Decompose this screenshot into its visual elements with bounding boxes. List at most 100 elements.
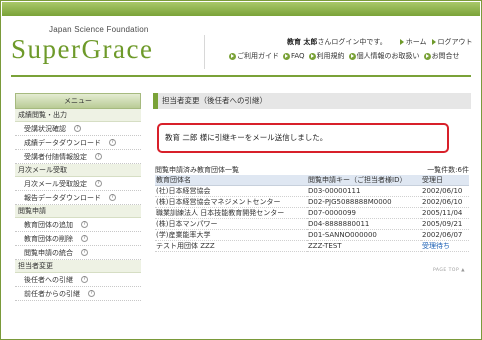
nav-label: FAQ <box>291 52 305 60</box>
column-header-date: 受理日 <box>421 175 469 186</box>
nav-faq[interactable]: FAQ <box>283 52 305 60</box>
cell-key: D01-SANNO000000 <box>307 229 421 241</box>
nav-label: ご利用ガイド <box>237 52 279 60</box>
arrow-right-icon <box>399 39 404 45</box>
nav-contact[interactable]: お問合せ <box>423 51 460 61</box>
table-row: (社)日本経営協会 D03-00000111 2002/06/10 <box>155 185 469 197</box>
column-header-org: 教育団体名 <box>155 175 307 186</box>
page-top-link[interactable]: PAGE TOP ▲ <box>433 268 465 273</box>
sidebar-item-label: 教育団体の削除 <box>24 234 73 243</box>
circle-arrow-icon <box>308 52 316 60</box>
header-nav: ご利用ガイド FAQ 利用規約 個人情報のお取扱い お問合せ <box>229 51 479 61</box>
sidebar-item-add-org[interactable]: 教育団体の追加? <box>15 218 141 232</box>
user-name: 教育 太郎 <box>287 38 318 46</box>
table-row: テスト用団体 ZZZ ZZZ-TEST 受理待ち <box>155 240 469 252</box>
help-icon[interactable]: ? <box>81 249 88 256</box>
page-title: 担当者変更（後任者への引継） <box>153 93 471 109</box>
list-header: 閲覧申請済み教育団体一覧 一覧件数:6件 <box>155 165 469 175</box>
sidebar-item-grades-download[interactable]: 成績データダウンロード? <box>15 136 141 150</box>
table-row: (株)日本経営協会マネジメントセンター D02-PJG5088888M0000 … <box>155 196 469 208</box>
logout-link[interactable]: ログアウト <box>431 37 473 47</box>
cell-date: 2002/06/10 <box>421 196 469 208</box>
user-status-row: 教育 太郎 さんログイン中です。 ホーム ログアウト <box>287 37 477 47</box>
sidebar-menu-header: メニュー <box>15 93 141 109</box>
circle-arrow-icon <box>229 52 236 60</box>
list-title: 閲覧申請済み教育団体一覧 <box>155 166 239 174</box>
sidebar-item-label: 報告データダウンロード <box>24 193 101 202</box>
sidebar-item-handover-from-predecessor[interactable]: 前任者からの引継? <box>15 287 141 301</box>
cell-org: (学)産業能率大学 <box>155 229 307 241</box>
nav-label: 利用規約 <box>316 52 345 60</box>
nav-terms[interactable]: 利用規約 <box>308 51 345 61</box>
cell-org: (株)日本経営協会マネジメントセンター <box>155 196 307 208</box>
help-icon[interactable]: ? <box>109 139 116 146</box>
sidebar-section-monthly-mail: 月次メール受取 <box>15 164 141 177</box>
cell-date: 2002/06/07 <box>421 229 469 241</box>
nav-guide[interactable]: ご利用ガイド <box>229 51 279 61</box>
cell-date: 2005/11/04 <box>421 207 469 219</box>
cell-org: 職業訓練法人 日本技能教育開発センター <box>155 207 307 219</box>
help-icon[interactable]: ? <box>81 221 88 228</box>
sidebar-item-monthly-mail-settings[interactable]: 月次メール受取設定? <box>15 177 141 191</box>
login-message: さんログイン中です。 <box>317 38 387 46</box>
main-content: 担当者変更（後任者への引継） 教育 二郎 様に引継キーをメール送信しました。 閲… <box>153 93 471 273</box>
cell-key: D07-0000099 <box>307 207 421 219</box>
circle-arrow-icon <box>348 52 356 60</box>
sidebar-item-label: 月次メール受取設定 <box>24 179 87 188</box>
home-link[interactable]: ホーム <box>399 37 427 47</box>
sidebar-item-attendance-check[interactable]: 受講状況確認? <box>15 122 141 136</box>
help-icon[interactable]: ? <box>95 180 102 187</box>
sidebar-item-merge-requests[interactable]: 閲覧申請の統合? <box>15 246 141 260</box>
sidebar-item-label: 後任者への引継 <box>24 275 73 284</box>
sidebar-item-label: 閲覧申請の統合 <box>24 248 73 257</box>
sidebar-item-label: 前任者からの引継 <box>24 289 80 298</box>
table-row: 職業訓練法人 日本技能教育開発センター D07-0000099 2005/11/… <box>155 207 469 219</box>
circle-arrow-icon <box>283 52 290 60</box>
app-frame: Japan Science Foundation SuperGrace 教育 太… <box>0 0 482 340</box>
help-icon[interactable]: ? <box>95 153 102 160</box>
cell-key: D03-00000111 <box>307 185 421 197</box>
header-divider <box>204 35 205 69</box>
nav-label: 個人情報のお取扱い <box>356 52 420 60</box>
cell-key: ZZZ-TEST <box>307 240 421 252</box>
help-icon[interactable]: ? <box>81 235 88 242</box>
help-icon[interactable]: ? <box>81 276 88 283</box>
brand-title: SuperGrace <box>11 34 154 64</box>
table-header-row: 教育団体名 閲覧申請キー（ご担当者様ID） 受理日 <box>155 175 469 186</box>
circle-arrow-icon <box>423 52 431 60</box>
cell-date: 2002/06/10 <box>421 185 469 197</box>
sidebar-section-manager-change: 担当者変更 <box>15 260 141 273</box>
notice-message: 教育 二郎 様に引継キーをメール送信しました。 <box>157 123 449 153</box>
sidebar: メニュー 成績閲覧・出力 受講状況確認? 成績データダウンロード? 受講者付随情… <box>15 93 141 339</box>
header-rule <box>11 75 471 77</box>
sidebar-section-grades: 成績閲覧・出力 <box>15 109 141 122</box>
help-icon[interactable]: ? <box>88 290 95 297</box>
nav-privacy[interactable]: 個人情報のお取扱い <box>348 51 420 61</box>
cell-key: D02-PJG5088888M0000 <box>307 196 421 208</box>
cell-org: (社)日本経営協会 <box>155 185 307 197</box>
arrow-right-icon <box>431 39 436 45</box>
cell-status-link[interactable]: 受理待ち <box>421 240 469 252</box>
help-icon[interactable]: ? <box>74 125 81 132</box>
logout-label: ログアウト <box>437 38 473 46</box>
org-table: 教育団体名 閲覧申請キー（ご担当者様ID） 受理日 (社)日本経営協会 D03-… <box>155 175 469 252</box>
sidebar-item-attendee-info[interactable]: 受講者付随情報設定? <box>15 150 141 164</box>
column-header-key: 閲覧申請キー（ご担当者様ID） <box>307 175 421 186</box>
sidebar-item-report-download[interactable]: 報告データダウンロード? <box>15 191 141 205</box>
sidebar-item-label: 受講者付随情報設定 <box>24 152 87 161</box>
help-icon[interactable]: ? <box>109 194 116 201</box>
brand-logo[interactable]: Japan Science Foundation SuperGrace <box>11 25 201 69</box>
nav-label: お問合せ <box>431 52 460 60</box>
cell-date: 2005/09/21 <box>421 218 469 230</box>
sidebar-item-label: 受講状況確認 <box>24 124 66 133</box>
home-label: ホーム <box>405 38 427 46</box>
sidebar-item-delete-org[interactable]: 教育団体の削除? <box>15 232 141 246</box>
cell-key: D04-8888880011 <box>307 218 421 230</box>
cell-org: テスト用団体 ZZZ <box>155 240 307 252</box>
list-count: 一覧件数:6件 <box>427 166 469 174</box>
table-row: (学)産業能率大学 D01-SANNO000000 2002/06/07 <box>155 229 469 241</box>
cell-org: (株)日本マンパワー <box>155 218 307 230</box>
top-bar <box>2 2 480 16</box>
sidebar-section-access-request: 閲覧申請 <box>15 205 141 218</box>
sidebar-item-handover-to-successor[interactable]: 後任者への引継? <box>15 273 141 287</box>
